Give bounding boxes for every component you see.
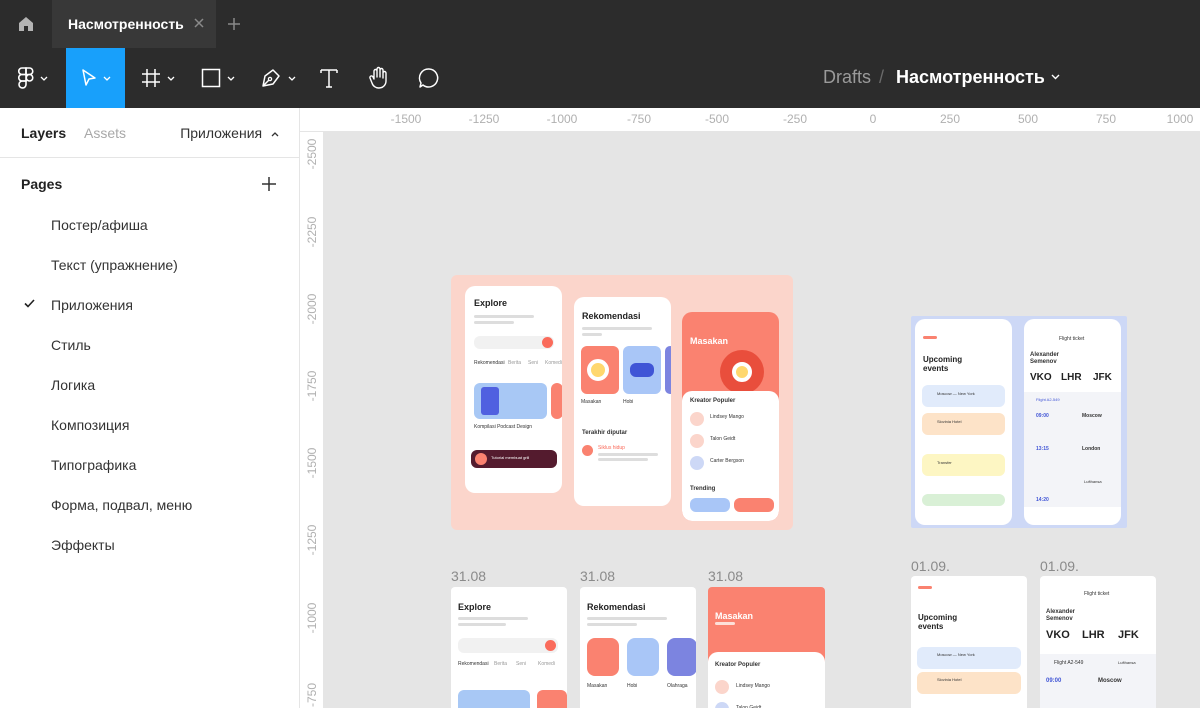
pages-title: Pages bbox=[21, 176, 63, 192]
breadcrumb-separator: / bbox=[879, 67, 885, 87]
pen-icon bbox=[262, 69, 280, 87]
ruler-tick: -1500 bbox=[390, 112, 422, 126]
chevron-down-icon bbox=[167, 76, 175, 81]
breadcrumb-drafts[interactable]: Drafts / bbox=[823, 67, 892, 88]
page-item[interactable]: Постер/афиша bbox=[0, 204, 299, 244]
pages-header: Pages bbox=[0, 158, 299, 208]
ruler-tick: -500 bbox=[704, 112, 730, 126]
home-icon bbox=[19, 17, 33, 31]
ruler-tick: -1250 bbox=[468, 112, 500, 126]
ruler-tick: 250 bbox=[939, 112, 961, 126]
frame-podcast-app[interactable]: Explore Rekomendasi Berita Seni Komedi K… bbox=[451, 275, 793, 530]
tab-file[interactable]: Насмотренность bbox=[52, 0, 216, 48]
page-item[interactable]: Композиция bbox=[0, 404, 299, 444]
page-item-current[interactable]: Приложения bbox=[0, 284, 299, 324]
tab-assets[interactable]: Assets bbox=[84, 125, 126, 141]
frame-tool[interactable] bbox=[128, 48, 188, 108]
home-button[interactable] bbox=[0, 0, 52, 48]
frame-icon bbox=[142, 69, 160, 87]
chevron-down-icon bbox=[227, 76, 235, 81]
comment-tool[interactable] bbox=[408, 48, 450, 108]
hand-icon bbox=[369, 66, 387, 89]
ruler-horizontal: -1500 -1250 -1000 -750 -500 -250 0 250 5… bbox=[300, 108, 1200, 132]
shape-tool[interactable] bbox=[188, 48, 248, 108]
page-item[interactable]: Типографика bbox=[0, 444, 299, 484]
ruler-tick: -1000 bbox=[305, 602, 319, 634]
text-tool[interactable] bbox=[308, 48, 350, 108]
mockup-title: Upcoming events bbox=[923, 355, 963, 373]
ruler-tick: 0 bbox=[869, 112, 877, 126]
mockup-ticket[interactable]: Flight ticket Alexander Semenov VKO LHR … bbox=[1024, 319, 1121, 525]
check-icon bbox=[24, 299, 35, 308]
frame-date-label[interactable]: 31.08 bbox=[580, 568, 615, 584]
text-icon bbox=[320, 69, 338, 88]
frame-masakan-2[interactable]: Masakan Kreator Populer Lindsey Mango Ta… bbox=[708, 587, 825, 708]
page-item[interactable]: Форма, подвал, меню bbox=[0, 484, 299, 524]
ruler-tick: -1000 bbox=[546, 112, 578, 126]
comment-icon bbox=[418, 68, 439, 88]
left-panel: Layers Assets Приложения Pages Постер/аф… bbox=[0, 108, 300, 708]
ruler-tick: -2000 bbox=[305, 293, 319, 325]
ruler-tick: -750 bbox=[626, 112, 652, 126]
pen-tool[interactable] bbox=[248, 48, 308, 108]
tab-layers[interactable]: Layers bbox=[21, 125, 66, 141]
frame-flight-app[interactable]: Upcoming events Moscow — New York Slovin… bbox=[911, 316, 1127, 528]
panel-tabs: Layers Assets Приложения bbox=[0, 108, 299, 158]
mockup-title: Explore bbox=[474, 298, 508, 308]
mockup-title: Rekomendasi bbox=[582, 311, 641, 321]
frame-events-2[interactable]: Upcoming events Moscow — New York Slovin… bbox=[911, 576, 1027, 708]
ruler-tick: -2250 bbox=[305, 216, 319, 248]
ruler-tick: 500 bbox=[1017, 112, 1039, 126]
frame-ticket-2[interactable]: Flight ticket Alexander Semenov VKO LHR … bbox=[1040, 576, 1156, 708]
rectangle-icon bbox=[201, 68, 221, 88]
ruler-tick: 750 bbox=[1095, 112, 1117, 126]
frame-date-label[interactable]: 31.08 bbox=[708, 568, 743, 584]
plus-icon[interactable] bbox=[226, 16, 242, 32]
mockup-events[interactable]: Upcoming events Moscow — New York Slovin… bbox=[915, 319, 1012, 525]
page-item[interactable]: Текст (упражнение) bbox=[0, 244, 299, 284]
page-item[interactable]: Логика bbox=[0, 364, 299, 404]
close-icon[interactable] bbox=[192, 16, 206, 30]
ruler-tick: -1500 bbox=[305, 447, 319, 479]
frame-explore-2[interactable]: Explore Rekomendasi Berita Seni Komedi bbox=[451, 587, 567, 708]
ruler-tick: -1750 bbox=[305, 370, 319, 402]
ruler-tick: -250 bbox=[782, 112, 808, 126]
frame-rekomendasi-2[interactable]: Rekomendasi Masakan Hobi Olahraga bbox=[580, 587, 696, 708]
ruler-tick: -2500 bbox=[305, 138, 319, 170]
chevron-down-icon bbox=[288, 76, 296, 81]
tab-label: Насмотренность bbox=[68, 16, 184, 32]
mockup-title: Masakan bbox=[690, 336, 729, 346]
ruler-vertical: -2500 -2250 -2000 -1750 -1500 -1250 -100… bbox=[300, 132, 324, 708]
mockup-rekomendasi[interactable]: Rekomendasi Masakan Hobi Terakhir diputa… bbox=[574, 297, 671, 506]
frame-date-label[interactable]: 01.09. bbox=[1040, 558, 1079, 574]
mockup-masakan[interactable]: Masakan Kreator Populer Lindsey Mango Ta… bbox=[682, 312, 779, 521]
move-tool[interactable] bbox=[66, 48, 125, 108]
chevron-down-icon[interactable] bbox=[1051, 74, 1060, 80]
hand-tool[interactable] bbox=[358, 48, 400, 108]
ruler-tick: 1000 bbox=[1166, 112, 1194, 126]
chevron-down-icon bbox=[103, 76, 110, 81]
frame-date-label[interactable]: 31.08 bbox=[451, 568, 486, 584]
mockup-explore[interactable]: Explore Rekomendasi Berita Seni Komedi K… bbox=[465, 286, 562, 493]
cursor-icon bbox=[81, 69, 96, 86]
page-item[interactable]: Стиль bbox=[0, 324, 299, 364]
chevron-down-icon bbox=[40, 76, 48, 81]
ruler-tick: -750 bbox=[305, 682, 319, 708]
figma-logo-icon bbox=[18, 67, 34, 89]
frame-date-label[interactable]: 01.09. bbox=[911, 558, 950, 574]
chevron-up-icon bbox=[271, 131, 279, 137]
page-item[interactable]: Эффекты bbox=[0, 524, 299, 564]
file-title[interactable]: Насмотренность bbox=[896, 67, 1045, 88]
tab-bar: Насмотренность bbox=[0, 0, 1200, 48]
toolbar: Drafts / Насмотренность bbox=[0, 48, 1200, 108]
canvas[interactable]: Explore Rekomendasi Berita Seni Komedi K… bbox=[324, 132, 1200, 708]
add-page-icon[interactable] bbox=[261, 176, 277, 192]
ruler-tick: -1250 bbox=[305, 524, 319, 556]
main-menu-button[interactable] bbox=[0, 48, 66, 108]
page-selector[interactable]: Приложения bbox=[180, 125, 279, 141]
